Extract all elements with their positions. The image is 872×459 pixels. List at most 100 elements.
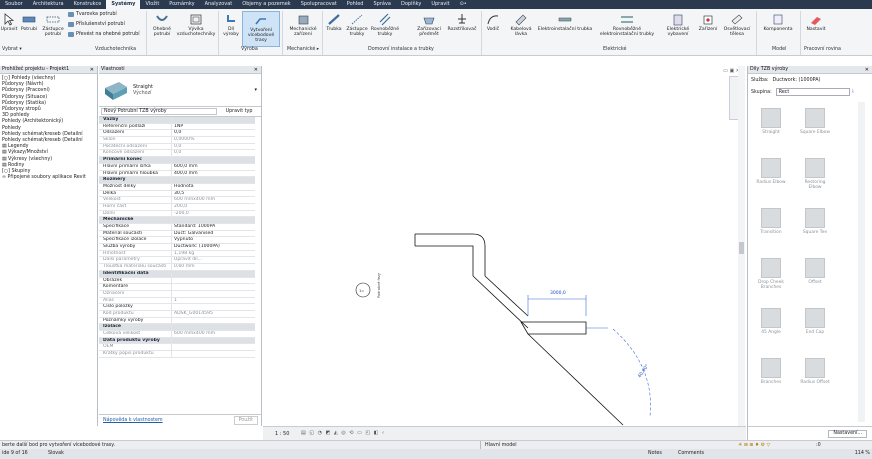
property-group[interactable]: Data produktu výroby [99, 337, 255, 345]
menu-12[interactable]: Upravit [426, 0, 454, 9]
property-value[interactable] [172, 304, 255, 310]
property-row[interactable]: Označení [99, 290, 255, 298]
property-value[interactable] [172, 351, 255, 357]
property-row[interactable]: Dolní -200,0 [99, 210, 255, 218]
property-row[interactable]: Další parametry Upravit díl... [99, 257, 255, 265]
properties-help-link[interactable]: Nápověda k vlastnostem [103, 418, 163, 423]
settings-button[interactable]: Nastavení... [828, 430, 867, 438]
property-value[interactable]: 1,198 kg [172, 251, 255, 257]
type-selector[interactable]: Straight Výchozí ▾ [99, 74, 261, 107]
property-row[interactable]: Tloušťka materiálu součásti 0,60 mm [99, 264, 255, 271]
apply-button[interactable]: Použít [233, 416, 258, 425]
property-value[interactable]: 0,0 [172, 144, 255, 150]
device-button[interactable]: Zařízení [696, 11, 720, 47]
menu-9[interactable]: Pohled [342, 0, 369, 9]
property-row[interactable]: Komentáře [99, 284, 255, 291]
pipe-placeholder-button[interactable]: Zástupce trubky [345, 11, 369, 47]
close-icon[interactable]: ✕ [865, 66, 869, 74]
property-row[interactable]: Velikost 600 mmx400 mm [99, 197, 255, 204]
property-value[interactable]: 1NP [172, 124, 255, 130]
menu-11[interactable]: Doplňky [396, 0, 426, 9]
property-group[interactable]: Vazby [99, 117, 255, 124]
fabrication-part-button[interactable]: Díl výroby [221, 11, 241, 47]
property-value[interactable]: Upravit díl... [172, 257, 255, 263]
property-group[interactable]: Rozměry [99, 177, 255, 184]
menu-13[interactable]: ⊙• [455, 0, 472, 9]
convert-flex-button[interactable]: Převést na ohebné potrubí [68, 32, 140, 37]
property-group[interactable]: Mechanické [99, 217, 255, 224]
multipoint-routing-button[interactable]: Vytvoření vícebodové trasy [242, 11, 280, 47]
property-value[interactable]: 600 mmx400 mm [172, 331, 255, 337]
edit-type-button[interactable]: Upravit typ [217, 109, 261, 114]
property-value[interactable]: 200,0 [172, 204, 255, 210]
part-tile[interactable]: Radius Offset [800, 358, 830, 385]
part-tile[interactable]: Drop Cheek Branches [756, 258, 786, 290]
property-row[interactable]: Celková velikost 600 mmx400 mm [99, 331, 255, 338]
property-value[interactable]: Standard: 1000PA [172, 224, 255, 230]
duct-accessory-button[interactable]: Příslušenství potrubí [68, 22, 125, 27]
property-value[interactable] [172, 278, 255, 284]
property-value[interactable]: 400,0 mm [172, 171, 255, 177]
menu-8[interactable]: Spolupracovat [296, 0, 342, 9]
set-workplane-button[interactable]: Nastavit [803, 11, 829, 47]
notes-button[interactable]: Notes [648, 449, 662, 459]
property-row[interactable]: Referenční podlaží 1NP [99, 123, 255, 131]
property-value[interactable]: -200,0 [172, 211, 255, 217]
property-row[interactable]: Hlavní primární hloubka 400,0 mm [99, 170, 255, 178]
part-tile[interactable]: Straight [756, 108, 786, 135]
property-row[interactable]: Materiál součásti Duct: Galvanised [99, 230, 255, 238]
property-value[interactable]: 0,0 [172, 130, 255, 136]
property-group[interactable]: Izolace [99, 324, 255, 331]
property-value[interactable] [172, 344, 255, 350]
parallel-conduits-button[interactable]: Rovnoběžné elektroinstalační trubky [595, 11, 659, 47]
property-row[interactable]: Alias 1 [99, 297, 255, 305]
menu-2[interactable]: Konstrukce [69, 0, 107, 9]
duct-placeholder-button[interactable]: Zástupce potrubí [40, 11, 66, 47]
group-select[interactable]: Rect [775, 88, 850, 96]
flex-duct-button[interactable]: Ohebné potrubí [150, 11, 174, 47]
property-value[interactable]: Vypnuto [172, 237, 255, 243]
part-tile[interactable]: Offset [800, 258, 830, 285]
plumbing-fixture-button[interactable]: Zařízovací předmět [414, 11, 444, 47]
close-icon[interactable]: ✕ [90, 66, 94, 74]
property-group[interactable]: Primární konec [99, 157, 255, 164]
category-filter-select[interactable]: Nový Potrubní TZB výroby [101, 108, 217, 115]
part-tile[interactable]: Square Elbow [800, 108, 830, 135]
lighting-fixture-button[interactable]: Osvětlovací tělesa [722, 11, 752, 47]
part-tile[interactable]: Branches [756, 358, 786, 385]
view-control-icons[interactable]: ▤ ◱ ◔ ◩ ◭ ◎ ⟲ ▭ ◰ ◧ ‹ [301, 430, 385, 436]
property-value[interactable]: Ductwork: (1000PA) [172, 244, 255, 250]
property-row[interactable]: OEM [99, 344, 255, 352]
service-select[interactable]: Ductwork: (1000PA) [773, 78, 821, 83]
comments-button[interactable]: Comments [678, 449, 704, 459]
dimension-label[interactable]: 3000,0 [550, 290, 566, 296]
panel-mechanical[interactable]: Mechanické ▸ [287, 47, 319, 52]
component-button[interactable]: Komponenta [760, 11, 796, 47]
mechanical-equipment-button[interactable]: Mechanické zařízení [286, 11, 320, 47]
air-terminal-button[interactable]: Vývíka vzduchotechniky [176, 11, 216, 47]
electrical-equipment-button[interactable]: Elektrické vybavení [664, 11, 692, 47]
property-row[interactable]: Koncové odsazení 0,0 [99, 150, 255, 158]
menu-7[interactable]: Objemy a pozemek [237, 0, 295, 9]
menu-3[interactable]: Systémy [106, 0, 141, 9]
property-value[interactable]: 600,0 mm [172, 164, 255, 170]
angle-label[interactable]: 40,00° [637, 363, 651, 379]
property-row[interactable]: Hmotnost 1,198 kg [99, 250, 255, 258]
sprinkler-button[interactable]: Rozstřikovač [445, 11, 479, 47]
property-value[interactable] [172, 284, 255, 290]
menu-6[interactable]: Analyzovat [200, 0, 238, 9]
property-value[interactable]: Duct: Galvanised [172, 231, 255, 237]
menu-5[interactable]: Poznámky [164, 0, 199, 9]
part-tile[interactable]: Restoring Elbow [800, 158, 830, 190]
cable-tray-button[interactable]: Kabelová lávka [507, 11, 535, 47]
property-row[interactable]: Obrázek [99, 277, 255, 285]
property-value[interactable]: 0,0000% [172, 137, 255, 143]
parallel-pipes-button[interactable]: Rovnoběžné trubky [370, 11, 400, 47]
browser-item[interactable]: ∞ Připojené soubory aplikace Revit [2, 175, 97, 181]
property-row[interactable]: Číslo položky [99, 304, 255, 311]
route-icon[interactable]: ⌇ [852, 90, 854, 95]
part-tile[interactable]: Transition [756, 208, 786, 235]
property-value[interactable]: 600 mmx400 mm [172, 197, 255, 203]
property-row[interactable]: Sklon 0,0000% [99, 137, 255, 144]
property-row[interactable]: Horní část 200,0 [99, 203, 255, 211]
